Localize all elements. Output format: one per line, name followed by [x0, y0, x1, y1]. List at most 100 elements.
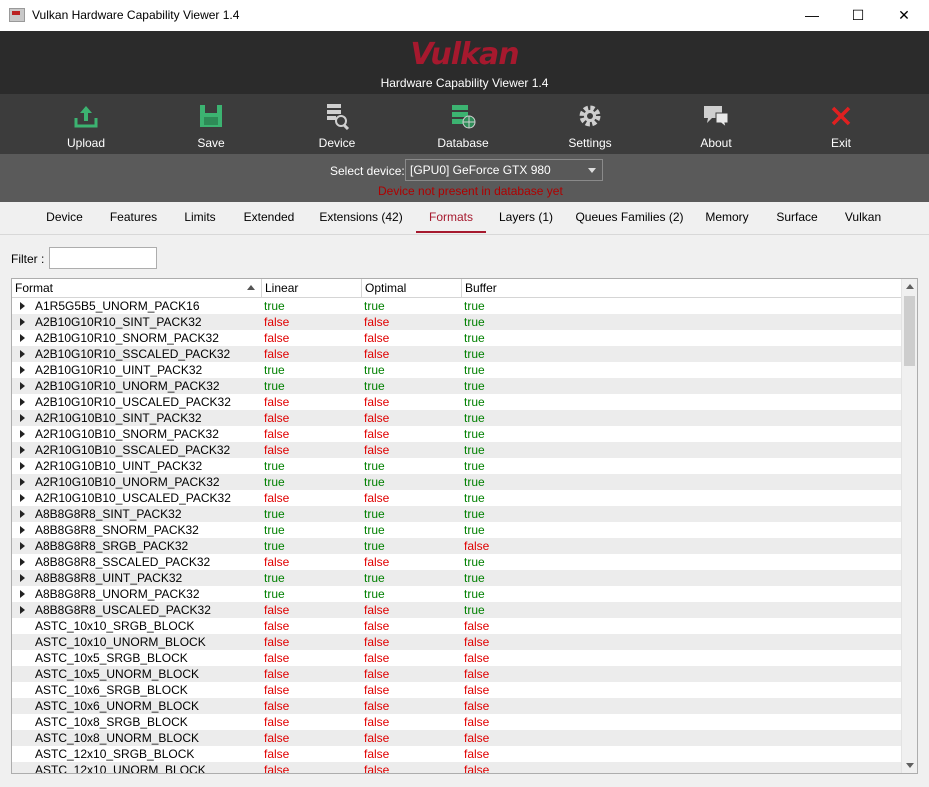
save-button[interactable]: Save [161, 94, 261, 154]
table-row[interactable]: A2R10G10B10_USCALED_PACK32 false false true [12, 490, 902, 506]
table-row[interactable]: ASTC_10x6_UNORM_BLOCK false false false [12, 698, 902, 714]
scroll-down-icon[interactable] [902, 757, 917, 773]
optimal-cell: false [364, 315, 390, 329]
linear-cell: true [264, 507, 285, 521]
table-row[interactable]: ASTC_12x10_SRGB_BLOCK false false false [12, 746, 902, 762]
tab-limits[interactable]: Limits [175, 202, 225, 233]
expand-arrow-icon[interactable] [20, 446, 25, 454]
table-row[interactable]: ASTC_10x10_UNORM_BLOCK false false false [12, 634, 902, 650]
expand-arrow-icon[interactable] [20, 558, 25, 566]
linear-cell: false [264, 443, 290, 457]
table-row[interactable]: A2R10G10B10_SNORM_PACK32 false false true [12, 426, 902, 442]
tab-layers[interactable]: Layers (1) [492, 202, 560, 233]
table-row[interactable]: ASTC_10x5_SRGB_BLOCK false false false [12, 650, 902, 666]
tab-extended[interactable]: Extended [235, 202, 303, 233]
table-row[interactable]: A1R5G5B5_UNORM_PACK16 true true true [12, 298, 902, 314]
expand-arrow-icon[interactable] [20, 526, 25, 534]
table-row[interactable]: A2B10G10R10_SINT_PACK32 false false true [12, 314, 902, 330]
settings-button[interactable]: Settings [540, 94, 640, 154]
upload-button[interactable]: Upload [36, 94, 136, 154]
table-row[interactable]: A2R10G10B10_SINT_PACK32 false false true [12, 410, 902, 426]
column-header-format[interactable]: Format [12, 279, 262, 297]
table-row[interactable]: A2B10G10R10_SSCALED_PACK32 false false true [12, 346, 902, 362]
expand-arrow-icon[interactable] [20, 334, 25, 342]
expand-arrow-icon[interactable] [20, 510, 25, 518]
column-header-buffer[interactable]: Buffer [462, 279, 902, 297]
vertical-scrollbar[interactable] [901, 279, 917, 773]
tab-device[interactable]: Device [37, 202, 92, 233]
expand-arrow-icon[interactable] [20, 398, 25, 406]
table-row[interactable]: A2B10G10R10_USCALED_PACK32 false false true [12, 394, 902, 410]
expand-arrow-icon[interactable] [20, 302, 25, 310]
table-row[interactable]: ASTC_10x6_SRGB_BLOCK false false false [12, 682, 902, 698]
exit-button[interactable]: Exit [791, 94, 891, 154]
table-row[interactable]: A2R10G10B10_SSCALED_PACK32 false false true [12, 442, 902, 458]
table-row[interactable]: A8B8G8R8_SINT_PACK32 true true true [12, 506, 902, 522]
gear-icon [579, 105, 601, 127]
expand-arrow-icon[interactable] [20, 414, 25, 422]
table-row[interactable]: A8B8G8R8_SRGB_PACK32 true true false [12, 538, 902, 554]
buffer-cell: true [464, 459, 485, 473]
tab-surface[interactable]: Surface [767, 202, 827, 233]
scroll-up-icon[interactable] [902, 279, 917, 295]
database-button[interactable]: Database [413, 94, 513, 154]
filter-input[interactable] [49, 247, 157, 269]
tab-vulkan[interactable]: Vulkan [836, 202, 890, 233]
device-dropdown[interactable]: [GPU0] GeForce GTX 980 [405, 159, 603, 181]
expand-arrow-icon[interactable] [20, 382, 25, 390]
about-button[interactable]: About [666, 94, 766, 154]
table-row[interactable]: ASTC_10x8_SRGB_BLOCK false false false [12, 714, 902, 730]
optimal-cell: true [364, 379, 385, 393]
table-row[interactable]: ASTC_12x10_UNORM_BLOCK false false false [12, 762, 902, 773]
tab-features[interactable]: Features [102, 202, 165, 233]
exit-label: Exit [830, 136, 851, 150]
expand-arrow-icon[interactable] [20, 542, 25, 550]
linear-cell: false [264, 619, 290, 633]
app-header: Vulkan Hardware Capability Viewer 1.4 [0, 31, 929, 94]
minimize-button[interactable]: — [789, 0, 835, 31]
column-header-optimal[interactable]: Optimal [362, 279, 462, 297]
format-name-cell: A2R10G10B10_UINT_PACK32 [35, 459, 203, 473]
table-row[interactable]: A2B10G10R10_SNORM_PACK32 false false true [12, 330, 902, 346]
format-name-cell: ASTC_10x6_SRGB_BLOCK [35, 683, 188, 697]
optimal-cell: true [364, 507, 385, 521]
expand-arrow-icon[interactable] [20, 462, 25, 470]
table-row[interactable]: A2R10G10B10_UNORM_PACK32 true true true [12, 474, 902, 490]
table-row[interactable]: ASTC_10x5_UNORM_BLOCK false false false [12, 666, 902, 682]
tab-memory[interactable]: Memory [697, 202, 757, 233]
buffer-cell: false [464, 731, 490, 745]
table-row[interactable]: A2B10G10R10_UINT_PACK32 true true true [12, 362, 902, 378]
tab-queues-families[interactable]: Queues Families (2) [572, 202, 687, 233]
column-header-linear[interactable]: Linear [262, 279, 362, 297]
scrollbar-thumb[interactable] [904, 296, 915, 366]
expand-arrow-icon[interactable] [20, 574, 25, 582]
device-label: Device [318, 136, 356, 150]
buffer-cell: true [464, 395, 485, 409]
expand-arrow-icon[interactable] [20, 350, 25, 358]
table-row[interactable]: ASTC_10x10_SRGB_BLOCK false false false [12, 618, 902, 634]
maximize-button[interactable]: ☐ [835, 0, 881, 31]
expand-arrow-icon[interactable] [20, 478, 25, 486]
table-row[interactable]: A8B8G8R8_UNORM_PACK32 true true true [12, 586, 902, 602]
table-row[interactable]: A2R10G10B10_UINT_PACK32 true true true [12, 458, 902, 474]
formats-panel: Filter : Format Linear Optimal Buffer A1… [0, 235, 929, 787]
table-row[interactable]: A8B8G8R8_SNORM_PACK32 true true true [12, 522, 902, 538]
expand-arrow-icon[interactable] [20, 430, 25, 438]
expand-arrow-icon[interactable] [20, 318, 25, 326]
close-window-button[interactable]: ✕ [881, 0, 927, 31]
expand-arrow-icon[interactable] [20, 494, 25, 502]
tab-extensions[interactable]: Extensions (42) [313, 202, 409, 233]
table-row[interactable]: A8B8G8R8_USCALED_PACK32 false false true [12, 602, 902, 618]
table-row[interactable]: A2B10G10R10_UNORM_PACK32 true true true [12, 378, 902, 394]
buffer-cell: false [464, 683, 490, 697]
expand-arrow-icon[interactable] [20, 606, 25, 614]
table-row[interactable]: ASTC_10x8_UNORM_BLOCK false false false [12, 730, 902, 746]
table-row[interactable]: A8B8G8R8_SSCALED_PACK32 false false true [12, 554, 902, 570]
vulkan-logo: Vulkan [410, 37, 519, 72]
expand-arrow-icon[interactable] [20, 366, 25, 374]
tab-formats[interactable]: Formats [416, 202, 486, 233]
buffer-cell: true [464, 363, 485, 377]
table-row[interactable]: A8B8G8R8_UINT_PACK32 true true true [12, 570, 902, 586]
expand-arrow-icon[interactable] [20, 590, 25, 598]
device-button[interactable]: Device [287, 94, 387, 154]
